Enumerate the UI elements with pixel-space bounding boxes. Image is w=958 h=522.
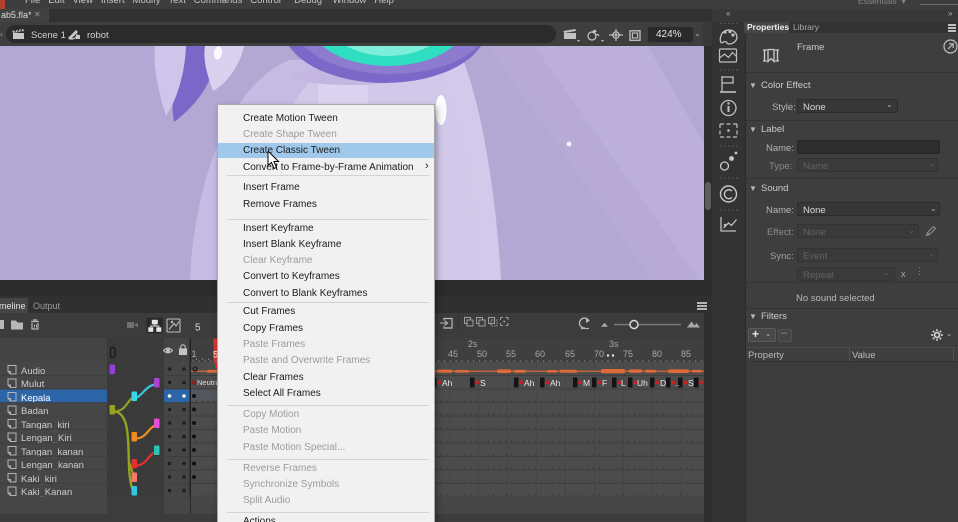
- svg-text:Ah: Ah: [442, 378, 453, 388]
- svg-text:65: 65: [565, 349, 575, 359]
- svg-text:D: D: [660, 378, 666, 388]
- svg-text:60: 60: [535, 349, 545, 359]
- svg-text:Ah: Ah: [550, 378, 561, 388]
- svg-text:Ah: Ah: [524, 378, 535, 388]
- svg-text:80: 80: [652, 349, 662, 359]
- svg-text:70: 70: [594, 349, 604, 359]
- svg-text:85: 85: [681, 349, 691, 359]
- svg-text:S: S: [688, 378, 694, 388]
- svg-text:2s: 2s: [468, 339, 478, 349]
- svg-text:S: S: [480, 378, 486, 388]
- svg-text:Uh: Uh: [637, 378, 648, 388]
- svg-text:5: 5: [195, 323, 201, 334]
- svg-text:3s: 3s: [609, 339, 619, 349]
- svg-text:50: 50: [477, 349, 487, 359]
- svg-text:1: 1: [192, 349, 197, 359]
- svg-text:75: 75: [623, 349, 633, 359]
- svg-text:F: F: [602, 378, 607, 388]
- svg-text:55: 55: [506, 349, 516, 359]
- svg-text:M: M: [583, 378, 590, 388]
- svg-text:L: L: [621, 378, 626, 388]
- svg-text:45: 45: [448, 349, 458, 359]
- svg-text:..: ..: [675, 378, 680, 388]
